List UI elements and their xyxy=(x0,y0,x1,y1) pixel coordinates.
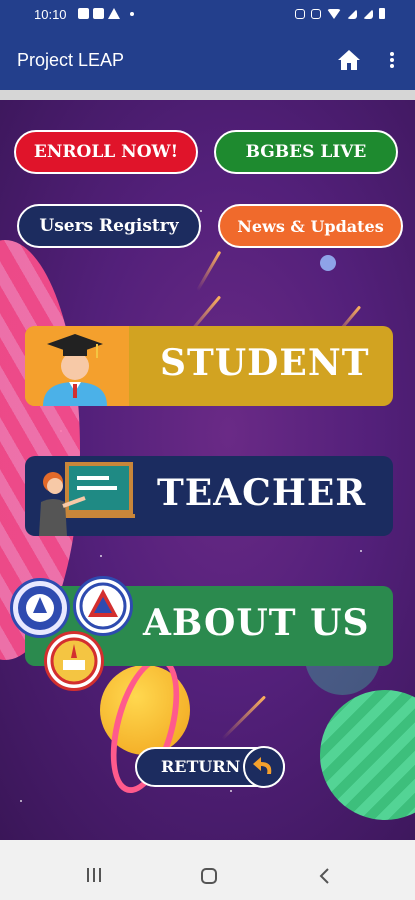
app-title: Project LEAP xyxy=(17,50,125,70)
alarm-icon xyxy=(295,8,305,19)
student-button[interactable]: STUDENT xyxy=(25,326,393,406)
dot-icon xyxy=(130,12,134,16)
signal-icon xyxy=(363,8,373,19)
division-seal-icon xyxy=(73,576,133,636)
signal-icon xyxy=(347,8,357,19)
news-updates-button[interactable]: News & Updates xyxy=(218,204,403,248)
warning-icon xyxy=(108,8,120,19)
planet-right xyxy=(320,690,415,820)
recent-apps-icon[interactable] xyxy=(86,867,102,883)
teacher-icon xyxy=(39,462,135,536)
star xyxy=(100,555,102,557)
notification-icons xyxy=(78,8,134,19)
status-time: 10:10 xyxy=(34,7,67,22)
return-label: RETURN xyxy=(161,757,241,776)
star xyxy=(20,800,22,802)
home-icon[interactable] xyxy=(337,48,361,72)
school-seal-icon xyxy=(44,631,104,691)
battery-icon xyxy=(379,8,385,19)
facebook-icon xyxy=(93,8,104,19)
users-registry-button[interactable]: Users Registry xyxy=(17,204,201,248)
graduate-icon xyxy=(25,326,129,406)
star xyxy=(200,210,202,212)
student-label: STUDENT xyxy=(160,342,370,384)
divider xyxy=(0,90,415,100)
more-vert-icon[interactable] xyxy=(387,50,397,70)
moon xyxy=(320,255,336,271)
back-icon[interactable] xyxy=(318,867,330,885)
comet xyxy=(196,250,222,292)
about-us-label: ABOUT US xyxy=(143,602,370,644)
status-bar: 10:10 xyxy=(0,0,415,30)
main-content: ENROLL NOW! BGBES LIVE Users Registry Ne… xyxy=(0,100,415,840)
system-icons xyxy=(295,8,385,19)
return-button[interactable]: RETURN xyxy=(135,746,285,788)
app-bar: Project LEAP xyxy=(0,30,415,90)
star xyxy=(360,550,362,552)
star xyxy=(230,790,232,792)
enroll-now-button[interactable]: ENROLL NOW! xyxy=(14,130,198,174)
nav-home-icon[interactable] xyxy=(200,867,218,885)
teacher-label: TEACHER xyxy=(157,472,367,514)
wifi-icon xyxy=(327,8,341,19)
bgbes-live-button[interactable]: BGBES LIVE xyxy=(214,130,398,174)
image-icon xyxy=(78,8,89,19)
system-nav-bar xyxy=(0,840,415,900)
mute-icon xyxy=(311,8,321,19)
deped-seal-icon xyxy=(10,578,70,638)
return-arrow-icon xyxy=(243,746,285,788)
teacher-button[interactable]: TEACHER xyxy=(25,456,393,536)
comet xyxy=(221,695,267,740)
